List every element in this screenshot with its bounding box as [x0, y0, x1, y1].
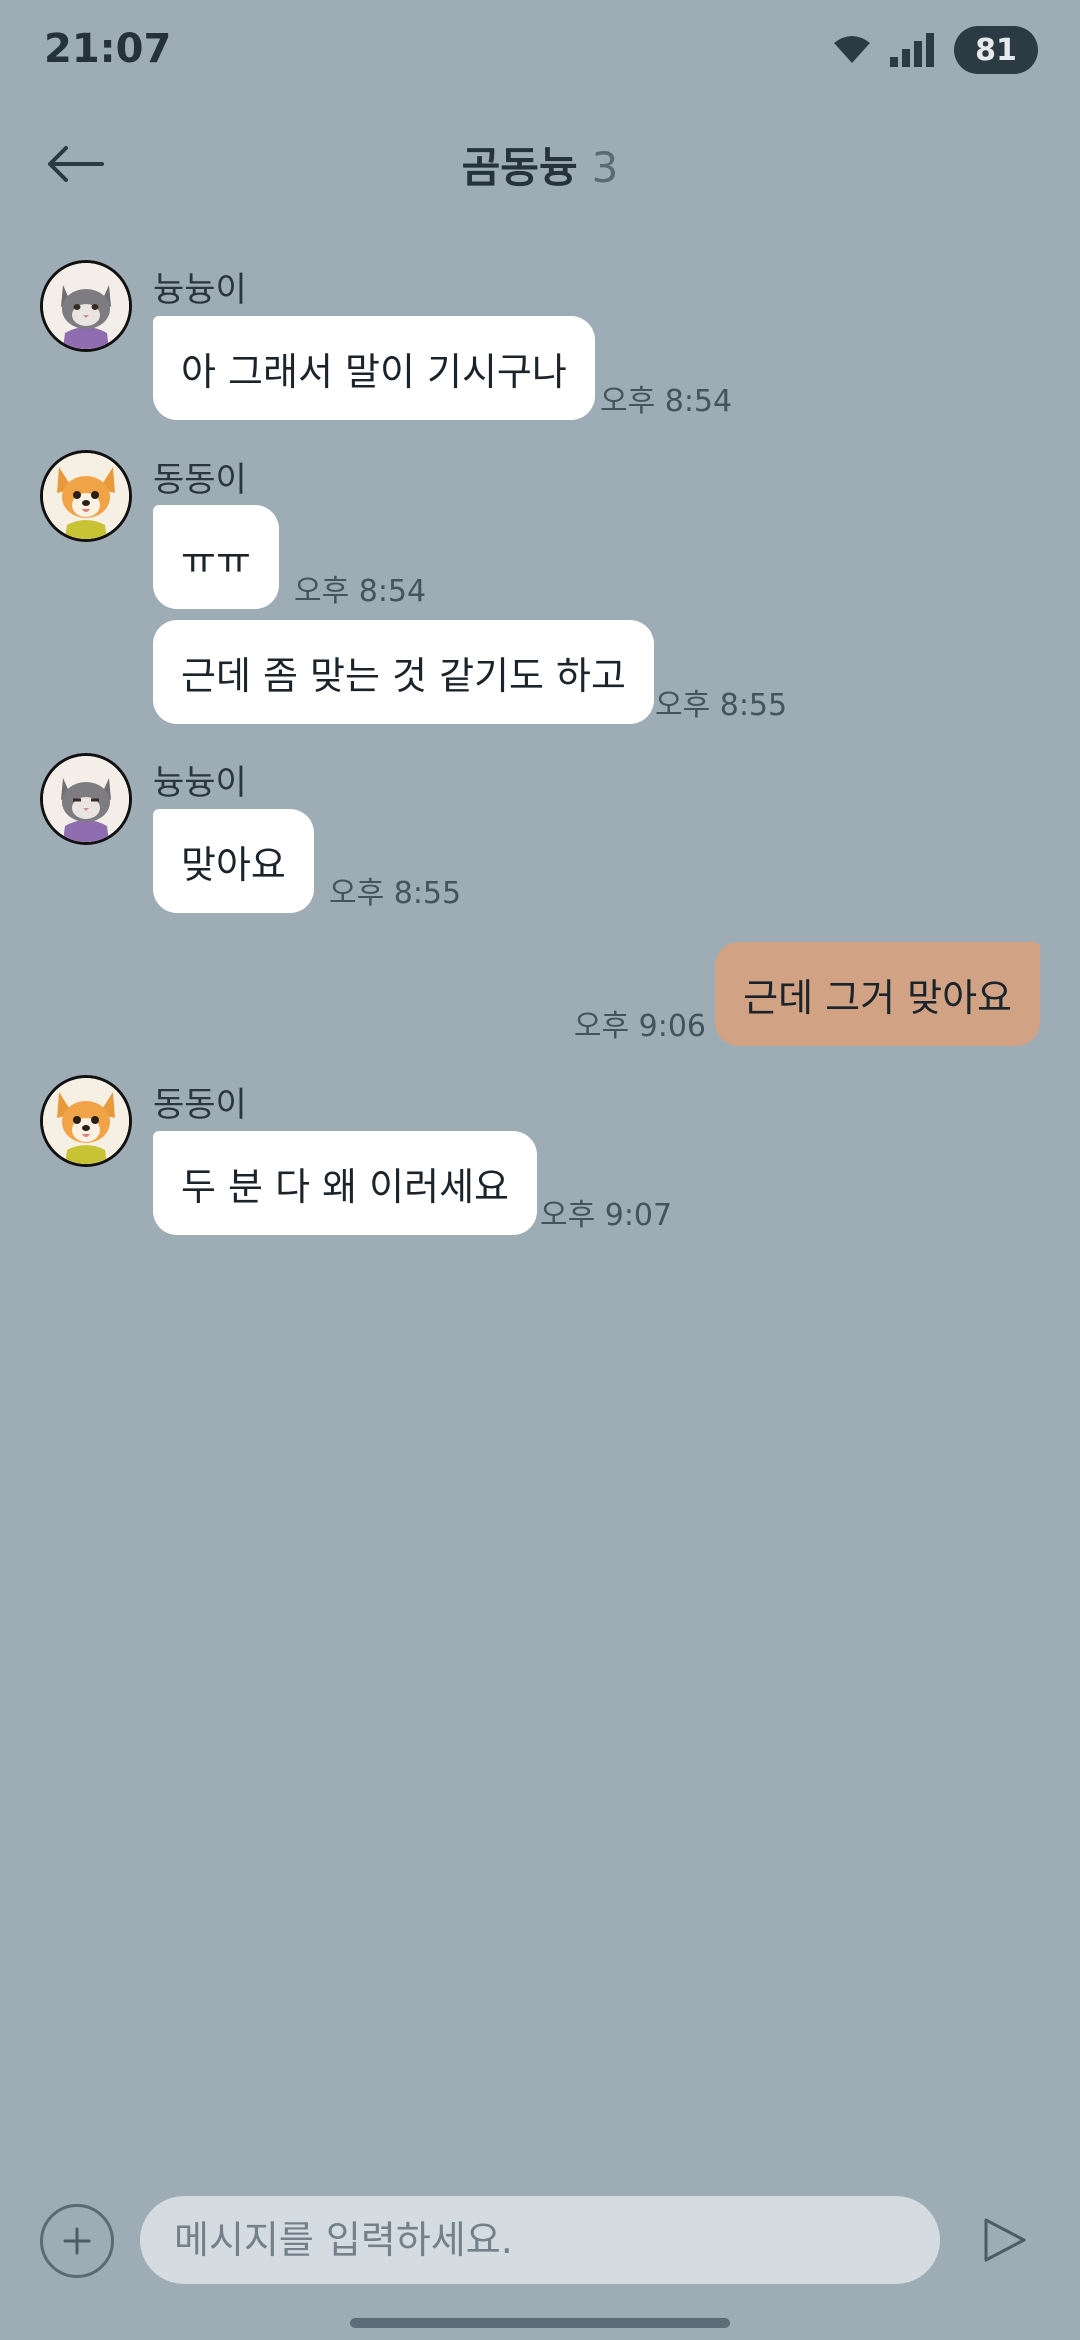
- message-time: 오후 9:07: [540, 1198, 673, 1233]
- message-bubble[interactable]: ㅠㅠ: [153, 505, 279, 609]
- plus-icon: [63, 2227, 91, 2255]
- wifi-icon: [834, 36, 870, 63]
- sender-name: 동동이: [153, 1085, 247, 1125]
- sender-name: 늉늉이: [153, 763, 247, 803]
- send-icon: [984, 2218, 1026, 2262]
- dog-avatar[interactable]: [40, 1075, 132, 1167]
- home-indicator[interactable]: [350, 2318, 730, 2328]
- message-time: 오후 8:54: [294, 574, 427, 609]
- sender-name: 동동이: [153, 460, 247, 500]
- message-time: 오후 8:55: [329, 876, 462, 911]
- signal-icon: [890, 33, 934, 67]
- chat-header: 곰동늉 3: [0, 118, 1080, 208]
- cat-avatar[interactable]: [40, 753, 132, 845]
- chat-room-name: 곰동늉: [461, 143, 578, 192]
- message-input[interactable]: [140, 2196, 940, 2284]
- message-bubble[interactable]: 근데 좀 맞는 것 같기도 하고: [153, 620, 654, 724]
- message-time: 오후 8:55: [655, 688, 788, 723]
- message-bubble[interactable]: 두 분 다 왜 이러세요: [153, 1131, 537, 1235]
- status-bar: 21:07 81: [0, 0, 1080, 100]
- message-bubble[interactable]: 아 그래서 말이 기시구나: [153, 316, 595, 420]
- dog-avatar[interactable]: [40, 450, 132, 542]
- chat-title: 곰동늉 3: [0, 134, 1080, 195]
- member-count: 3: [591, 143, 619, 192]
- status-time: 21:07: [44, 26, 172, 72]
- message-time: 오후 8:54: [600, 384, 733, 419]
- status-icons: 81: [832, 26, 1038, 74]
- send-button[interactable]: [976, 2212, 1032, 2268]
- sender-name: 늉늉이: [153, 270, 247, 310]
- message-time: 오후 9:06: [573, 1009, 706, 1044]
- attach-button[interactable]: [40, 2204, 114, 2278]
- my-message-bubble[interactable]: 근데 그거 맞아요: [715, 942, 1040, 1046]
- cat-avatar[interactable]: [40, 260, 132, 352]
- message-input-bar: [0, 2190, 1080, 2290]
- battery-indicator: 81: [954, 26, 1038, 74]
- message-bubble[interactable]: 맞아요: [153, 809, 314, 913]
